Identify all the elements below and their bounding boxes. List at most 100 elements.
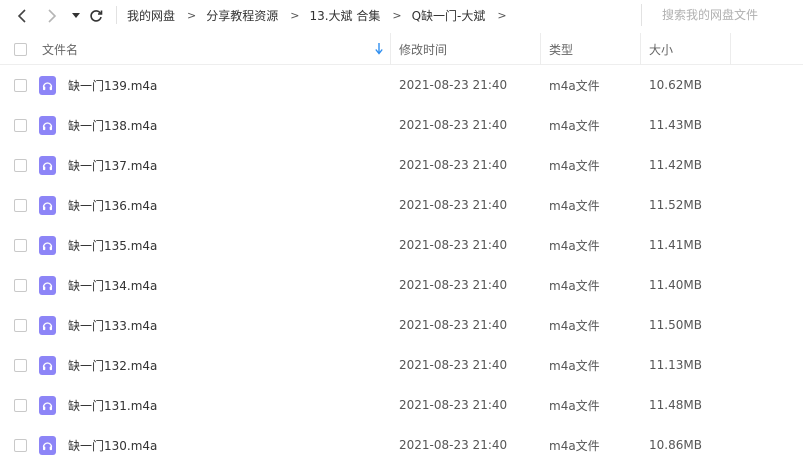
file-type-text: m4a文件 <box>549 318 600 333</box>
file-name[interactable]: 缺一门137.m4a <box>68 145 378 185</box>
table-row[interactable]: 缺一门136.m4a 2021-08-23 21:40 m4a文件 11.52MB <box>0 185 803 225</box>
forward-button[interactable] <box>42 6 62 26</box>
table-row[interactable]: 缺一门139.m4a 2021-08-23 21:40 m4a文件 10.62MB <box>0 65 803 105</box>
file-size-text: 10.62MB <box>649 78 702 92</box>
file-type: m4a文件 <box>549 225 639 265</box>
search-box <box>641 4 803 26</box>
file-size: 11.43MB <box>649 105 729 145</box>
table-row[interactable]: 缺一门135.m4a 2021-08-23 21:40 m4a文件 11.41MB <box>0 225 803 265</box>
file-name-text: 缺一门131.m4a <box>68 398 158 413</box>
audio-file-icon <box>39 316 56 335</box>
file-type: m4a文件 <box>549 265 639 305</box>
row-checkbox[interactable] <box>14 279 27 292</box>
column-header-modified-label: 修改时间 <box>399 42 448 57</box>
table-row[interactable]: 缺一门130.m4a 2021-08-23 21:40 m4a文件 10.86MB <box>0 425 803 465</box>
file-name[interactable]: 缺一门139.m4a <box>68 65 378 105</box>
file-name[interactable]: 缺一门136.m4a <box>68 185 378 225</box>
file-name[interactable]: 缺一门135.m4a <box>68 225 378 265</box>
table-row[interactable]: 缺一门138.m4a 2021-08-23 21:40 m4a文件 11.43MB <box>0 105 803 145</box>
row-checkbox[interactable] <box>14 399 27 412</box>
breadcrumb-separator: > <box>187 9 197 22</box>
file-modified-text: 2021-08-23 21:40 <box>399 198 508 212</box>
file-modified-text: 2021-08-23 21:40 <box>399 158 508 172</box>
file-size: 11.52MB <box>649 185 729 225</box>
breadcrumb-item-current[interactable]: Q缺一门-大斌 <box>412 7 486 24</box>
file-size: 11.42MB <box>649 145 729 185</box>
file-size-text: 11.48MB <box>649 398 702 412</box>
file-size-text: 11.13MB <box>649 358 702 372</box>
audio-file-icon <box>39 116 56 135</box>
back-button[interactable] <box>12 6 32 26</box>
table-row[interactable]: 缺一门131.m4a 2021-08-23 21:40 m4a文件 11.48MB <box>0 385 803 425</box>
table-row[interactable]: 缺一门137.m4a 2021-08-23 21:40 m4a文件 11.42MB <box>0 145 803 185</box>
column-header-size[interactable]: 大小 <box>649 33 729 65</box>
column-divider[interactable] <box>730 33 731 65</box>
breadcrumb-separator: > <box>290 9 300 22</box>
select-all-checkbox[interactable] <box>14 43 27 56</box>
file-size-text: 11.52MB <box>649 198 702 212</box>
headphones-icon <box>42 282 53 291</box>
file-type: m4a文件 <box>549 185 639 225</box>
file-name[interactable]: 缺一门130.m4a <box>68 425 378 465</box>
file-name[interactable]: 缺一门133.m4a <box>68 305 378 345</box>
table-row[interactable]: 缺一门132.m4a 2021-08-23 21:40 m4a文件 11.13MB <box>0 345 803 385</box>
file-modified-text: 2021-08-23 21:40 <box>399 398 508 412</box>
table-row[interactable]: 缺一门134.m4a 2021-08-23 21:40 m4a文件 11.40MB <box>0 265 803 305</box>
history-dropdown-button[interactable] <box>66 6 86 26</box>
row-checkbox[interactable] <box>14 319 27 332</box>
file-modified: 2021-08-23 21:40 <box>399 185 539 225</box>
file-type: m4a文件 <box>549 105 639 145</box>
file-type: m4a文件 <box>549 145 639 185</box>
file-type-text: m4a文件 <box>549 78 600 93</box>
file-name-text: 缺一门135.m4a <box>68 238 158 253</box>
file-name-text: 缺一门136.m4a <box>68 198 158 213</box>
toolbar-divider <box>116 6 117 24</box>
row-checkbox[interactable] <box>14 199 27 212</box>
file-modified-text: 2021-08-23 21:40 <box>399 358 508 372</box>
audio-file-icon <box>39 236 56 255</box>
row-checkbox[interactable] <box>14 119 27 132</box>
table-row[interactable]: 缺一门133.m4a 2021-08-23 21:40 m4a文件 11.50MB <box>0 305 803 345</box>
file-size: 11.13MB <box>649 345 729 385</box>
breadcrumb-item-collection[interactable]: 13.大斌 合集 <box>309 7 380 24</box>
breadcrumb-separator[interactable]: > <box>497 9 506 22</box>
file-size-text: 11.41MB <box>649 238 702 252</box>
file-name-text: 缺一门138.m4a <box>68 118 158 133</box>
file-type: m4a文件 <box>549 425 639 465</box>
file-name[interactable]: 缺一门131.m4a <box>68 385 378 425</box>
headphones-icon <box>42 242 53 251</box>
row-checkbox[interactable] <box>14 79 27 92</box>
file-type-text: m4a文件 <box>549 198 600 213</box>
file-size: 10.62MB <box>649 65 729 105</box>
column-header-size-label: 大小 <box>649 42 674 57</box>
file-name[interactable]: 缺一门134.m4a <box>68 265 378 305</box>
file-type: m4a文件 <box>549 65 639 105</box>
column-divider[interactable] <box>540 33 541 65</box>
row-checkbox[interactable] <box>14 359 27 372</box>
column-divider[interactable] <box>390 33 391 65</box>
breadcrumb-item-root[interactable]: 我的网盘 <box>127 7 175 24</box>
file-name-text: 缺一门139.m4a <box>68 78 158 93</box>
column-divider[interactable] <box>640 33 641 65</box>
file-modified-text: 2021-08-23 21:40 <box>399 438 508 452</box>
file-name-text: 缺一门137.m4a <box>68 158 158 173</box>
file-name[interactable]: 缺一门138.m4a <box>68 105 378 145</box>
row-checkbox[interactable] <box>14 159 27 172</box>
search-input[interactable] <box>662 8 802 22</box>
audio-file-icon <box>39 436 56 455</box>
file-size: 11.50MB <box>649 305 729 345</box>
row-checkbox[interactable] <box>14 239 27 252</box>
caret-down-icon <box>72 13 80 18</box>
file-name[interactable]: 缺一门132.m4a <box>68 345 378 385</box>
refresh-button[interactable] <box>86 6 106 26</box>
file-size-text: 10.86MB <box>649 438 702 452</box>
breadcrumb-item-share[interactable]: 分享教程资源 <box>206 7 278 24</box>
row-checkbox[interactable] <box>14 439 27 452</box>
file-type-text: m4a文件 <box>549 158 600 173</box>
column-header-type[interactable]: 类型 <box>549 33 639 65</box>
file-size: 11.48MB <box>649 385 729 425</box>
sort-down-arrow-icon <box>375 43 383 55</box>
column-header-modified[interactable]: 修改时间 <box>399 33 539 65</box>
column-header-name[interactable]: 文件名 <box>42 33 390 65</box>
file-modified-text: 2021-08-23 21:40 <box>399 238 508 252</box>
